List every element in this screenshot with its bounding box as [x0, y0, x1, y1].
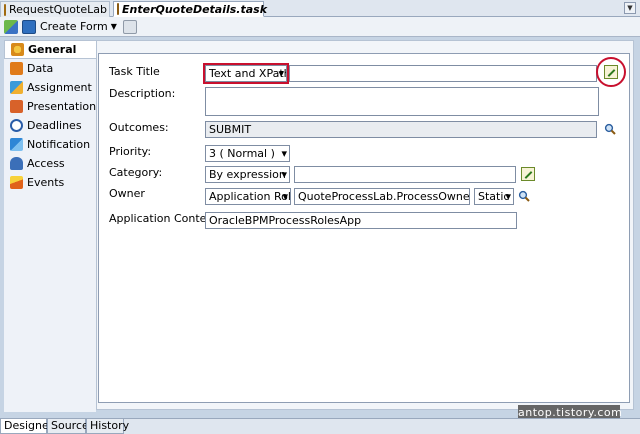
- general-icon: [11, 43, 24, 56]
- task-title-input[interactable]: [289, 65, 597, 82]
- tab-source[interactable]: Source: [47, 419, 89, 434]
- task-title-mode-select[interactable]: Text and XPath: [203, 63, 289, 84]
- owner-binding-select[interactable]: Static: [474, 188, 514, 205]
- task-title-label: Task Title: [109, 65, 160, 78]
- tab-enter-quote-details[interactable]: EnterQuoteDetails.task: [113, 1, 268, 17]
- assignment-icon: [10, 81, 23, 94]
- tab-label: EnterQuoteDetails.task: [122, 2, 268, 16]
- lightning-icon: [10, 176, 23, 189]
- edit-icon[interactable]: [604, 65, 618, 79]
- owner-input[interactable]: QuoteProcessLab.ProcessOwner: [294, 188, 470, 205]
- sidebar-item-notification[interactable]: Notification: [4, 135, 96, 154]
- sidebar-item-label: Data: [27, 62, 54, 75]
- priority-select[interactable]: 3 ( Normal ): [205, 145, 290, 162]
- tab-label: RequestQuoteLab: [9, 3, 107, 16]
- preview-icon[interactable]: [122, 19, 137, 34]
- outcomes-label: Outcomes:: [109, 121, 169, 134]
- sidebar-item-label: Notification: [27, 138, 91, 151]
- owner-search-icon[interactable]: [518, 190, 530, 202]
- application-context-input[interactable]: OracleBPMProcessRolesApp: [205, 212, 517, 229]
- form-icon: [22, 19, 36, 34]
- category-input[interactable]: [294, 166, 516, 183]
- tab-history[interactable]: History: [86, 419, 129, 434]
- editor-view-tabs: Designer Source History: [0, 418, 640, 434]
- notification-icon: [10, 138, 23, 151]
- sidebar-item-label: Assignment: [27, 81, 92, 94]
- general-panel: Task Title Text and XPath Description: O…: [98, 53, 630, 403]
- sidebar-item-assignment[interactable]: Assignment: [4, 78, 96, 97]
- sidebar-item-access[interactable]: Access: [4, 154, 96, 173]
- sidebar-item-general[interactable]: General: [4, 40, 96, 59]
- owner-label: Owner: [109, 187, 145, 200]
- description-label: Description:: [109, 87, 176, 100]
- access-icon: [10, 157, 23, 170]
- xml-file-icon: [4, 3, 6, 16]
- create-form-button[interactable]: Create Form ▼: [22, 19, 117, 34]
- sidebar-item-label: Events: [27, 176, 65, 189]
- task-file-icon: [117, 3, 119, 15]
- chevron-down-icon: ▼: [110, 22, 117, 31]
- create-form-label: Create Form: [40, 20, 108, 33]
- sidebar-nav: General Data Assignment Presentation Dea…: [4, 40, 96, 412]
- description-textarea[interactable]: [205, 87, 599, 116]
- sidebar-item-label: Access: [27, 157, 65, 170]
- data-icon: [10, 62, 23, 75]
- sidebar-item-presentation[interactable]: Presentation: [4, 97, 96, 116]
- document-tab-bar: RequestQuoteLab EnterQuoteDetails.task ▼: [0, 0, 640, 17]
- tab-list-dropdown-icon[interactable]: ▼: [624, 2, 636, 14]
- outcomes-field: SUBMIT: [205, 121, 597, 138]
- sidebar-item-deadlines[interactable]: Deadlines: [4, 116, 96, 135]
- application-context-label: Application Context:: [109, 212, 221, 225]
- priority-label: Priority:: [109, 145, 152, 158]
- category-mode-select[interactable]: By expression: [205, 166, 290, 183]
- task-structure-icon[interactable]: [4, 19, 18, 34]
- presentation-icon: [10, 100, 23, 113]
- sidebar-item-data[interactable]: Data: [4, 59, 96, 78]
- search-icon[interactable]: [604, 123, 616, 135]
- sidebar-item-label: General: [28, 43, 77, 56]
- owner-type-select[interactable]: Application Role: [205, 188, 291, 205]
- toolbar: Create Form ▼: [0, 17, 640, 37]
- category-edit-icon[interactable]: [521, 167, 535, 181]
- sidebar-item-label: Presentation: [27, 100, 97, 113]
- sidebar-item-events[interactable]: Events: [4, 173, 96, 192]
- tab-designer[interactable]: Designer: [0, 419, 53, 434]
- tab-request-quote-lab[interactable]: RequestQuoteLab: [0, 1, 110, 17]
- category-label: Category:: [109, 166, 163, 179]
- clock-icon: [10, 119, 23, 132]
- sidebar-item-label: Deadlines: [27, 119, 82, 132]
